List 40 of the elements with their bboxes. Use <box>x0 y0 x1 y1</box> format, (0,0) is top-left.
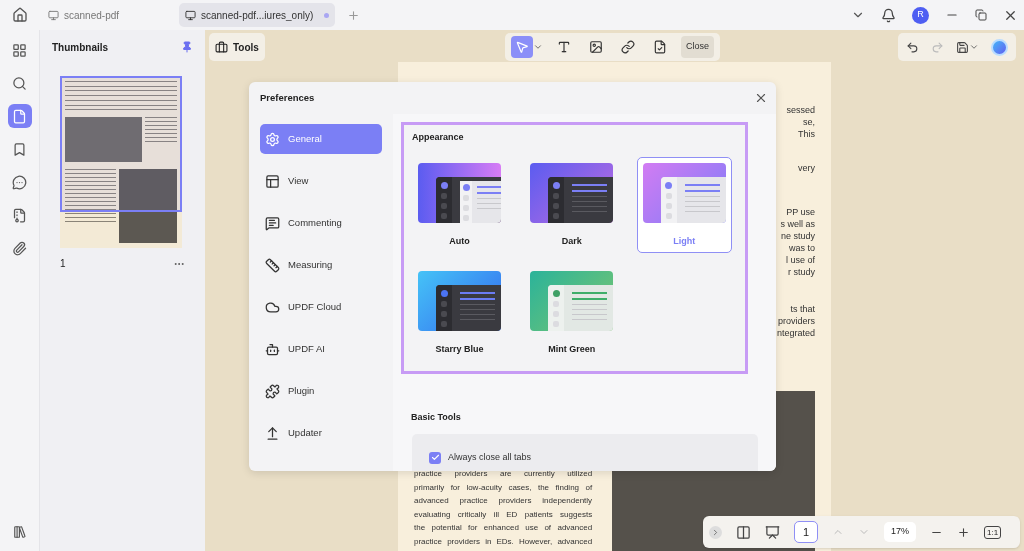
checkbox-label: Always close all tabs <box>448 451 532 464</box>
section-title: Appearance <box>412 131 465 144</box>
text-line: ntegrated <box>776 327 815 339</box>
avatar[interactable]: R <box>912 6 929 24</box>
tools-button[interactable]: Tools <box>209 33 265 61</box>
settings-nav-item[interactable]: Measuring <box>260 250 382 280</box>
text-line: the potential for enhanced use of advanced <box>414 522 593 534</box>
page-field[interactable]: 1 <box>794 521 818 543</box>
settings-nav-item[interactable]: Commenting <box>260 208 382 238</box>
close-button[interactable]: Close <box>680 36 714 58</box>
actual-size-button[interactable]: 1:1 <box>984 525 1002 539</box>
tab[interactable]: scanned-pdf <box>42 3 167 27</box>
zoom-field[interactable]: 17% <box>884 522 916 542</box>
settings-nav-item[interactable]: UPDF Cloud <box>260 292 382 322</box>
text-line: providers <box>778 315 815 327</box>
text-line: very <box>798 162 815 174</box>
settings-nav-item[interactable]: View <box>260 166 382 196</box>
panel-title: Thumbnails <box>52 40 109 55</box>
dialog-title: Preferences <box>260 90 315 105</box>
text-line: se, <box>803 116 815 128</box>
tab[interactable]: scanned-pdf...iures_only) <box>179 3 336 27</box>
text-line: PP use <box>786 206 815 218</box>
text-line: ts that <box>790 303 815 315</box>
settings-nav-item[interactable]: UPDF AI <box>260 334 382 364</box>
text-line: ne study <box>780 230 815 242</box>
settings-nav-item[interactable]: Plugin <box>260 376 382 406</box>
text-line: was to <box>789 242 815 254</box>
text-line: primarily for low-acuity cases, the finding of <box>414 481 593 494</box>
text-line: This <box>798 128 815 140</box>
settings-nav-item[interactable]: Updater <box>260 418 382 448</box>
text-line: practice providers are currently utilized <box>414 468 593 480</box>
text-line: evaluating critically ill ED patients suggests <box>414 508 593 521</box>
text-line: advanced practice providers independently <box>414 495 593 507</box>
text-line: l use of <box>785 254 815 266</box>
text-line: r study <box>788 266 815 278</box>
page-number: 1 <box>60 257 66 271</box>
text-line: sessed <box>786 104 815 116</box>
text-line: s well as <box>780 218 815 230</box>
section-title: Basic Tools <box>411 410 462 424</box>
text-line: practice providers in EDs. However, advanced <box>414 535 593 548</box>
